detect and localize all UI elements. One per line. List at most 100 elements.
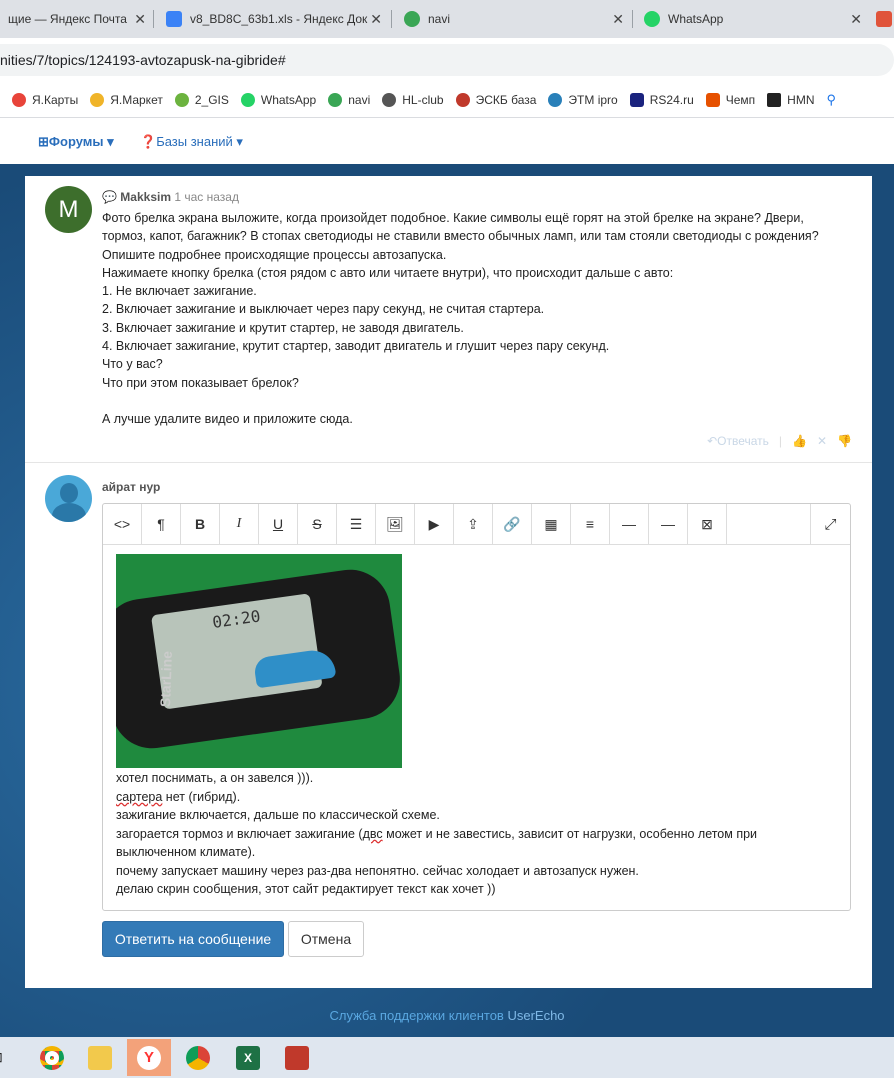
close-icon[interactable]: ✕ — [817, 434, 827, 448]
comment-line: Фото брелка экрана выложите, когда произ… — [102, 211, 804, 225]
file-explorer-icon[interactable] — [78, 1039, 122, 1076]
whatsapp-icon — [644, 11, 660, 27]
nav-forums[interactable]: ⊞Форумы ▾ — [38, 134, 114, 150]
bookmark-item[interactable]: Чемп — [705, 92, 755, 107]
reply-author[interactable]: айрат нур — [102, 480, 160, 494]
comment-line: Что у вас? — [102, 357, 163, 372]
table-button[interactable]: ▦ — [532, 504, 571, 544]
browser-tab-strip: щие — Яндекс Почта ✕ v8_BD8C_63b1.xls - … — [0, 0, 894, 38]
address-bar[interactable]: nities/7/topics/124193-avtozapusk-na-gib… — [0, 44, 894, 76]
tab-partial[interactable] — [872, 0, 894, 38]
nav-kb[interactable]: ❓Базы знаний ▾ — [140, 134, 243, 150]
address-row: nities/7/topics/124193-avtozapusk-na-gib… — [0, 38, 894, 82]
hr-button[interactable]: — — [610, 504, 649, 544]
comment-body: Фото брелка экрана выложите, когда произ… — [102, 209, 862, 428]
link-button[interactable]: 🔗 — [493, 504, 532, 544]
close-icon[interactable]: ✕ — [134, 11, 146, 28]
code-view-button[interactable]: <> — [103, 504, 142, 544]
help-icon: ❓ — [140, 134, 157, 149]
clear-format-button[interactable]: ⊠ — [688, 504, 727, 544]
attached-photo[interactable]: 02:20 StarLine — [116, 554, 402, 768]
app-icon[interactable] — [275, 1039, 319, 1076]
comment-line: тормоз, капот, багажник? В стопах светод… — [102, 229, 819, 244]
taskbar: ⊞ Y X — [0, 1037, 894, 1078]
hmn-icon — [767, 92, 782, 107]
image-button[interactable]: 🖼 — [376, 504, 415, 544]
chrome-icon[interactable] — [30, 1039, 74, 1076]
bookmark-item[interactable]: Я.Карты — [12, 92, 78, 107]
bookmark-item[interactable]: WhatsApp — [240, 92, 316, 107]
comment-time: 1 час назад — [174, 190, 239, 204]
comment-makksim: M 💬 Makksim 1 час назад Фото брелка экра… — [25, 176, 872, 463]
comment-author[interactable]: Makksim — [120, 190, 171, 204]
bookmark-item[interactable]: ЭСКБ база — [455, 92, 536, 107]
fob-time: 02:20 — [211, 606, 262, 632]
editor-line: загорается тормоз и включает зажигание (… — [116, 826, 758, 841]
tab-mail[interactable]: щие — Яндекс Почта ✕ — [0, 0, 152, 38]
hr-button-2[interactable]: — — [649, 504, 688, 544]
fullscreen-icon[interactable]: ⤢ — [810, 504, 850, 544]
bookmark-item[interactable]: HMN — [767, 92, 815, 107]
comment-line: 2. Включает зажигание и выключает через … — [102, 302, 545, 317]
video-button[interactable]: ▶ — [415, 504, 454, 544]
reply-icon: ↶ — [707, 434, 718, 448]
comment-actions: ↶ Отвечать | 👍 ✕ 👎 — [697, 434, 852, 448]
misspelled-word: двс — [362, 826, 383, 841]
market-icon — [90, 92, 105, 107]
underline-button[interactable]: U — [259, 504, 298, 544]
thumbs-up-icon[interactable]: 👍 — [792, 434, 807, 448]
bookmark-item[interactable]: Я.Маркет — [90, 92, 163, 107]
search-icon: ⚲ — [826, 91, 837, 107]
chevron-down-icon: ▾ — [232, 134, 243, 149]
cancel-button[interactable]: Отмена — [288, 921, 364, 957]
align-button[interactable]: ≡ — [571, 504, 610, 544]
editor-line: хотел поснимать, а он завелся ))). — [116, 771, 314, 785]
editor-toolbar: <> ¶ B I U S ☰ 🖼 ▶ ⇪ 🔗 ▦ ≡ — — ⊠ ⤢ — [103, 504, 850, 545]
upload-button[interactable]: ⇪ — [454, 504, 493, 544]
tab-doc[interactable]: v8_BD8C_63b1.xls - Яндекс Док ✕ — [158, 0, 388, 38]
editor-line: выключенном климате). — [116, 845, 256, 859]
editor-content[interactable]: хотел поснимать, а он завелся ))). сарте… — [116, 769, 836, 899]
grid-icon: ⊞ — [38, 134, 49, 149]
reply-link[interactable]: Отвечать — [717, 434, 769, 448]
rs24-icon — [629, 92, 644, 107]
bookmark-item[interactable]: ЭТМ ipro — [548, 92, 618, 107]
tab-whatsapp[interactable]: WhatsApp ✕ — [636, 0, 868, 38]
tab-navi[interactable]: navi ✕ — [396, 0, 630, 38]
bookmark-item[interactable]: 2_GIS — [174, 92, 229, 107]
italic-button[interactable]: I — [220, 504, 259, 544]
comment-line: Нажимаете кнопку брелка (стоя рядом с ав… — [102, 265, 674, 280]
close-icon[interactable]: ✕ — [850, 11, 862, 28]
etm-icon — [548, 92, 563, 107]
champ-icon — [705, 92, 720, 107]
yandex-browser-icon[interactable]: Y — [127, 1039, 171, 1076]
rich-text-editor[interactable]: <> ¶ B I U S ☰ 🖼 ▶ ⇪ 🔗 ▦ ≡ — — ⊠ ⤢ 02:20… — [102, 503, 851, 911]
comment-line: 1. Не включает зажигание. — [102, 284, 257, 299]
paragraph-button[interactable]: ¶ — [142, 504, 181, 544]
close-icon[interactable]: ✕ — [612, 11, 624, 28]
bold-button[interactable]: B — [181, 504, 220, 544]
footer-brand[interactable]: UserEcho — [507, 1008, 564, 1023]
bookmark-search[interactable]: ⚲ — [827, 92, 837, 108]
avatar[interactable]: M — [45, 186, 92, 233]
app-icon — [876, 11, 892, 27]
thumbs-down-icon[interactable]: 👎 — [837, 434, 852, 448]
divider: | — [778, 434, 783, 448]
globe-icon — [404, 11, 420, 27]
tab-title: WhatsApp — [668, 12, 724, 26]
submit-reply-button[interactable]: Ответить на сообщение — [102, 921, 284, 957]
bookmark-item[interactable]: HL-club — [382, 92, 444, 107]
list-button[interactable]: ☰ — [337, 504, 376, 544]
close-icon[interactable]: ✕ — [370, 11, 382, 28]
footer: Служба поддержки клиентов UserEcho — [0, 1008, 894, 1023]
tab-title: щие — Яндекс Почта — [8, 12, 127, 26]
strikethrough-button[interactable]: S — [298, 504, 337, 544]
chrome-icon[interactable] — [176, 1039, 220, 1076]
bookmark-item[interactable]: RS24.ru — [629, 92, 694, 107]
tab-title: v8_BD8C_63b1.xls - Яндекс Док — [190, 12, 368, 26]
task-view-icon[interactable]: ⊞ — [0, 1039, 12, 1076]
avatar[interactable] — [45, 475, 92, 522]
footer-text[interactable]: Служба поддержки клиентов — [329, 1008, 503, 1023]
bookmark-item[interactable]: navi — [328, 92, 370, 107]
excel-icon[interactable]: X — [226, 1039, 270, 1076]
